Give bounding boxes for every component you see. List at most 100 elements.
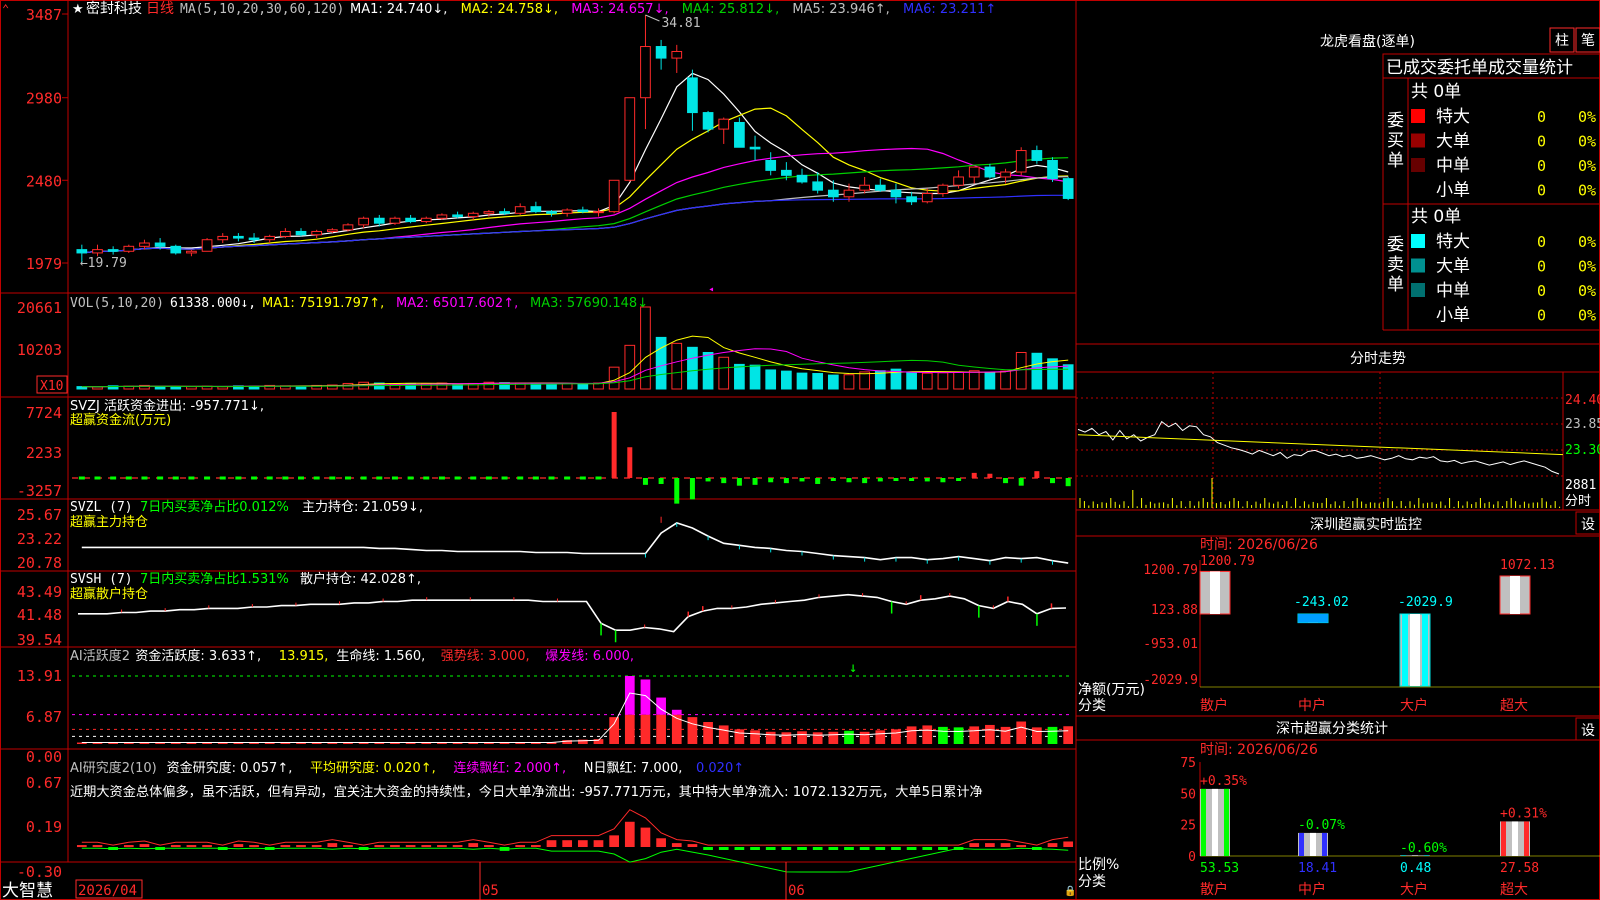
res-bar [781, 847, 792, 850]
vol-bar [843, 374, 855, 390]
svzl-line [81, 522, 1069, 564]
ai-bar-top [671, 709, 682, 715]
ai-bar [437, 743, 447, 744]
candle-body [280, 230, 291, 237]
res-bar [123, 845, 134, 848]
sell-row-count: 0 [1537, 282, 1546, 300]
candle-body [1015, 150, 1027, 173]
y-tick-label: 3487 [26, 6, 62, 24]
btn-zhu[interactable]: 柱 [1555, 33, 1569, 49]
buy-swatch [1411, 158, 1425, 172]
candle-body [405, 217, 416, 223]
buy-row-pct: 0% [1578, 157, 1596, 175]
candle-body [452, 214, 463, 218]
candle-body [890, 189, 902, 198]
candle-body [186, 250, 197, 254]
svzj-bar [1065, 478, 1071, 487]
vol-bar [186, 386, 197, 390]
svzj-bar [846, 478, 852, 483]
ai-bar [609, 717, 619, 744]
vol-bar [702, 351, 714, 390]
candle-body [1062, 178, 1074, 199]
res-bar [891, 847, 901, 850]
res-red-line [81, 809, 1069, 846]
ma-line-1 [81, 72, 1069, 254]
sz-monitor-btn[interactable]: 设 [1581, 517, 1595, 533]
vol-ma-1: MA2: 65017.602↑, [396, 296, 518, 311]
sz-classify-change: -0.07% [1298, 818, 1345, 833]
sz-monitor-bar-edge [1402, 614, 1408, 686]
vol-unit: X10 [40, 379, 63, 394]
vol-ma-line-1 [81, 335, 1069, 388]
candle-body [874, 184, 886, 191]
ma-line-2 [81, 107, 1069, 254]
sc-axis-caption: 分类 [1078, 874, 1106, 890]
ai-bar [1032, 727, 1042, 744]
sz-classify-btn[interactable]: 设 [1581, 723, 1595, 739]
svzj-y-label: -3257 [17, 482, 62, 500]
ma-line-5 [81, 176, 1069, 254]
ai-bar [280, 743, 291, 744]
ai-bar [906, 726, 917, 744]
ai-research-item-5: 0.020↑ [696, 761, 744, 776]
ai-bar [296, 743, 306, 744]
candle-body [358, 217, 369, 226]
sc-y-label: 50 [1180, 787, 1196, 802]
ai-active-item-2: 13.915, [279, 649, 329, 664]
sell-row-label: 小单 [1436, 306, 1470, 326]
ai-bar [875, 730, 886, 744]
svzj-bar [642, 478, 648, 485]
svzj-bar [940, 478, 946, 483]
res-bar [421, 845, 432, 848]
res-bar [859, 847, 870, 850]
ai-bar [217, 743, 228, 744]
res-bar [327, 843, 338, 847]
svzj-bar [689, 478, 695, 500]
ai-signal-arrow: ↓ [849, 660, 857, 676]
svzj-y-label: 2233 [26, 444, 62, 462]
res-bar [985, 843, 995, 847]
chart-canvas[interactable]: 3487 2980 2480 1979 34.81 ←19.79 ◂ ⌃ ★ 密封科技 日线 MA(5… [0, 0, 1600, 900]
brand-logo: 大智慧 [2, 881, 53, 900]
svzj-bar [893, 478, 899, 481]
svzj-subtitle: 超赢资金流(万元) [70, 412, 171, 428]
candle-body [467, 212, 479, 218]
sz-monitor-bar-shine [1510, 575, 1520, 614]
intraday-y-label: 24.40 [1565, 393, 1600, 408]
sz-classify-value: 53.53 [1200, 861, 1239, 876]
candle-body [107, 249, 119, 252]
sz-monitor-bar-body2 [1298, 614, 1328, 623]
ai-bar [624, 714, 635, 744]
ai-bar [891, 729, 901, 744]
buy-row-pct: 0% [1578, 133, 1596, 151]
res-bar [718, 847, 729, 850]
ai-bar [249, 743, 259, 744]
vol-value: 61338.000↓, [170, 296, 256, 311]
res-bar [139, 844, 150, 847]
ai-bar [969, 726, 980, 744]
vol-title: VOL(5,10,20) [70, 296, 164, 311]
sz-y-label: -2029.9 [1143, 673, 1198, 688]
ai-bar [750, 730, 760, 744]
candle-body [687, 77, 698, 114]
btn-bi[interactable]: 笔 [1581, 33, 1595, 49]
sz-classify-value: 27.58 [1500, 861, 1539, 876]
vol-bar [921, 372, 933, 390]
sell-label-char: 单 [1387, 275, 1404, 295]
svzj-bar [705, 478, 711, 482]
svsh-y-label: 39.54 [17, 631, 62, 649]
sz-monitor-bar [1297, 613, 1329, 624]
svsh-prefix: SVSH (7) [70, 572, 133, 587]
intraday-avg-line [1077, 434, 1564, 456]
ai-bar [92, 743, 103, 744]
res-bar [92, 845, 103, 848]
vol-bar [577, 383, 589, 390]
ma-value-5: MA6: 23.211↑ [903, 2, 996, 17]
sz-monitor-bar [1399, 613, 1431, 687]
ma-value-2: MA3: 24.657↓, [571, 2, 668, 17]
svzl-value: 主力持仓: 21.059↓, [302, 500, 423, 515]
ai-bar [781, 732, 792, 744]
candle-body [577, 209, 589, 213]
vol-bar [718, 356, 730, 390]
vol-bar [765, 369, 777, 390]
